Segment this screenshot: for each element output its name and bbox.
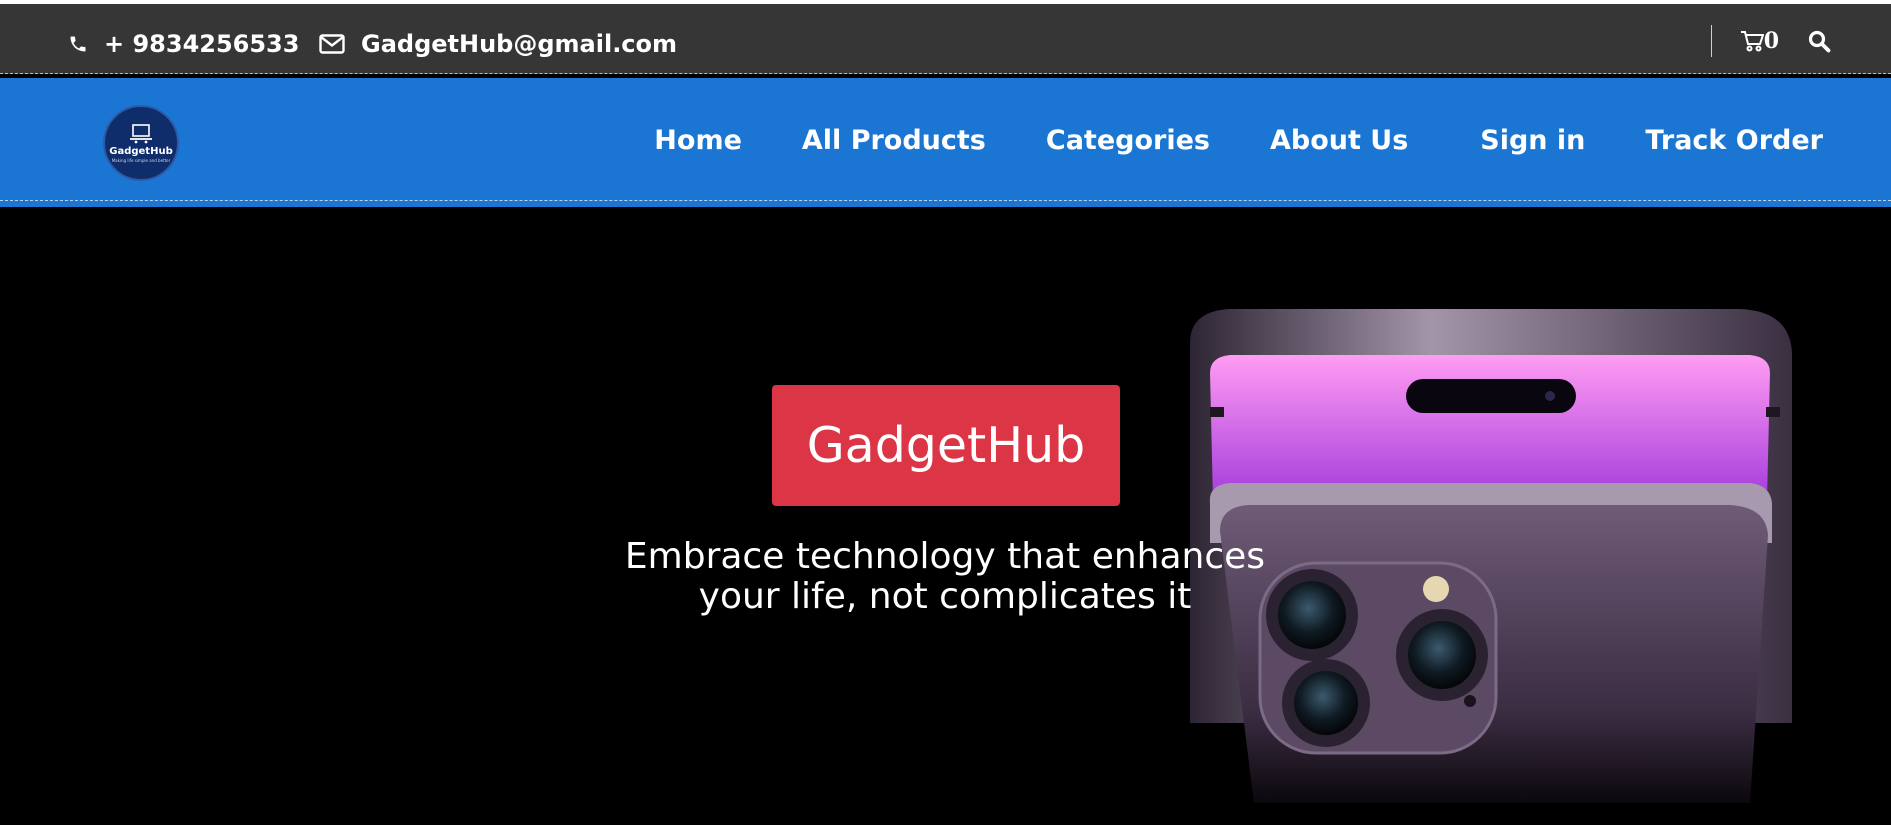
topbar-actions: 0 [1710, 24, 1831, 58]
logo-tagline: Making life simple and better [111, 157, 171, 163]
nav-home[interactable]: Home [654, 125, 742, 156]
search-icon [1808, 30, 1831, 53]
phone-icon [70, 36, 86, 52]
contact-phone: + 9834256533 [68, 30, 299, 58]
phone-number: + 9834256533 [104, 30, 300, 58]
primary-nav: Home All Products Categories About Us Si… [594, 125, 1823, 156]
cart-count: 0 [1763, 28, 1779, 54]
envelope-icon [319, 34, 345, 54]
nav-all-products[interactable]: All Products [802, 125, 986, 156]
nav-sign-in[interactable]: Sign in [1480, 125, 1585, 156]
hero-title: GadgetHub [772, 385, 1120, 506]
hero-tagline: Embrace technology that enhances your li… [600, 537, 1290, 617]
nav-track-order[interactable]: Track Order [1645, 125, 1823, 156]
cart-button[interactable]: 0 [1740, 28, 1779, 54]
email-address: GadgetHub@gmail.com [361, 30, 678, 58]
hero-banner: GadgetHub Embrace technology that enhanc… [0, 207, 1891, 825]
hero-tagline-line-1: Embrace technology that enhances [624, 536, 1266, 577]
hero-tagline-line-2: your life, not complicates it [698, 576, 1192, 617]
site-logo[interactable]: GadgetHub Making life simple and better [103, 105, 179, 181]
contact-email: GadgetHub@gmail.com [319, 30, 677, 58]
topbar-divider [1710, 25, 1712, 57]
search-button[interactable] [1807, 29, 1831, 53]
top-contact-bar: + 9834256533 GadgetHub@gmail.com 0 [0, 0, 1891, 74]
logo-name: GadgetHub [109, 145, 173, 157]
main-navbar: GadgetHub Making life simple and better … [0, 78, 1891, 207]
cart-icon [1740, 31, 1764, 52]
nav-about-us[interactable]: About Us [1270, 125, 1408, 156]
nav-categories[interactable]: Categories [1046, 125, 1210, 156]
laptop-cart-logo-icon [130, 123, 152, 143]
